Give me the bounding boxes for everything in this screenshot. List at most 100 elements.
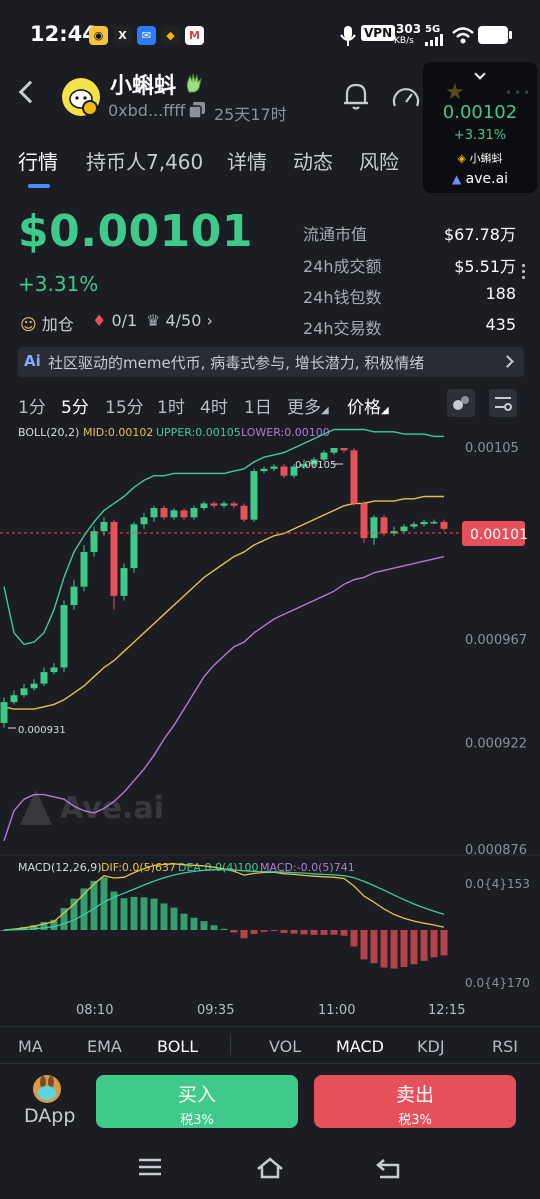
macd-bar [330,930,338,935]
bell-icon[interactable] [343,82,369,110]
app-notification-icon: ◉ [89,26,108,45]
ai-badge-icon: Ai [24,352,41,370]
interval-more[interactable]: 更多◢ [287,393,329,418]
wifi-icon [452,27,474,44]
indicator-ma[interactable]: MA [18,1037,43,1056]
messenger-icon: ✉ [137,26,156,45]
tab-risk[interactable]: 风险 [359,146,399,175]
macd-bar [240,930,248,939]
gmail-icon: M [185,26,204,45]
settings-icon [495,397,512,411]
tab-holders[interactable]: 持币人7,460 [86,146,203,175]
recent-apps-icon[interactable] [138,1157,162,1177]
candle-body [100,521,108,532]
home-icon[interactable] [256,1157,284,1179]
macd-bar [370,930,378,964]
macd-axis-bottom: 0.0{4}170 [465,976,530,990]
macd-bar [170,907,178,930]
price-mode-select[interactable]: 价格◢ [347,393,389,418]
x-app-icon: X [113,26,132,45]
candle-body [350,450,358,504]
candle-body [160,508,168,518]
indicator-separator [230,1035,231,1055]
stat-label-mcap: 流通市值 [303,225,368,244]
interval-4h[interactable]: 4时 [200,393,228,418]
price-float-widget[interactable]: ★ ••• 0.00102 +3.31% ◈ 小蝌蚪 ▲ ave.ai [423,62,537,193]
dapp-button[interactable]: DApp [24,1105,75,1127]
gauge-icon[interactable] [392,84,420,110]
interval-1m[interactable]: 1分 [18,393,46,418]
indicator-ema[interactable]: EMA [87,1037,122,1056]
candle-body [370,517,378,539]
add-position-chip[interactable]: ☺ 加仓 [20,311,74,335]
interval-15m[interactable]: 15分 [105,393,144,418]
tab-activity[interactable]: 动态 [293,146,333,175]
candle-body [70,586,78,606]
macd-bar [400,930,408,968]
indicator-kdj[interactable]: KDJ [417,1037,445,1056]
ai-summary-text: 社区驱动的meme代币, 病毒式参与, 增长潜力, 积极情绪 [48,354,425,372]
macd-legend-name: MACD(12,26,9) [18,861,102,874]
price-chart[interactable]: BOLL(20,2) MID:0.00102 UPPER:0.00105 LOW… [0,418,540,1028]
back-button[interactable] [18,80,42,104]
candle-body [230,503,238,506]
rank-chip[interactable]: ♛ 4/50 › [146,311,213,330]
candle-body [40,672,48,684]
macd-bar [90,880,98,930]
side-menu-dots-icon[interactable] [522,264,526,279]
buy-button[interactable]: 买入 税3% [96,1075,298,1128]
interval-5m[interactable]: 5分 [61,393,89,418]
interval-1d[interactable]: 1日 [244,393,272,418]
widget-token-name: ◈ 小蝌蚪 [423,150,537,166]
draw-tool-button[interactable] [447,389,475,417]
candle-body [410,524,418,527]
widget-price: 0.00102 [442,102,518,123]
macd-bar [380,930,388,968]
candle-body [420,521,428,525]
active-tab-indicator [28,184,50,188]
ratio-chip[interactable]: ♦ 0/1 [92,311,137,330]
chart-settings-button[interactable] [489,389,517,417]
ratio-label: 0/1 [111,311,138,330]
indicator-rsi[interactable]: RSI [492,1037,518,1056]
price-axis-label: 0.000922 [465,737,527,752]
rank-label: 4/50 [165,311,202,330]
signal-icon [425,34,443,46]
tab-details[interactable]: 详情 [227,146,267,175]
status-time: 12:44 [30,22,97,46]
back-nav-icon[interactable] [376,1157,402,1179]
candle-body [130,524,138,569]
indicator-bar-divider [0,1026,540,1027]
money-bag-icon: ♦ [92,311,107,330]
boll-upper-line [3,428,444,646]
verified-hand-icon [186,73,202,93]
candle-body [90,531,98,552]
binance-icon: ◆ [161,26,180,45]
macd-bar [390,930,398,969]
indicator-macd[interactable]: MACD [336,1037,384,1056]
macd-bar [270,930,278,931]
interval-more-label: 更多 [287,398,321,418]
indicator-boll[interactable]: BOLL [157,1037,198,1056]
macd-bar [280,930,288,934]
macd-bar [190,917,198,930]
bottom-divider [0,1063,540,1064]
net-speed-unit: KB/s [394,36,414,46]
tab-market[interactable]: 行情 [18,146,58,175]
indicator-vol[interactable]: VOL [269,1037,301,1056]
sell-label: 卖出 [395,1084,434,1106]
dapp-bunny-icon[interactable] [33,1075,61,1103]
interval-1h[interactable]: 1时 [157,393,185,418]
candle-body [60,605,68,668]
collapse-chevron-icon[interactable] [474,68,486,80]
candle-body [120,568,128,596]
ai-summary-banner[interactable]: Ai 社区驱动的meme代币, 病毒式参与, 增长潜力, 积极情绪 [18,347,524,377]
boll-lines [3,428,445,842]
boll-legend-mid: MID:0.00102 [83,426,153,439]
copy-icon[interactable] [188,101,206,119]
token-name: 小蝌蚪 [110,74,177,99]
macd-bar [320,930,328,935]
boll-mid-line [3,495,444,710]
sell-button[interactable]: 卖出 税3% [314,1075,516,1128]
macd-histogram [0,863,448,969]
